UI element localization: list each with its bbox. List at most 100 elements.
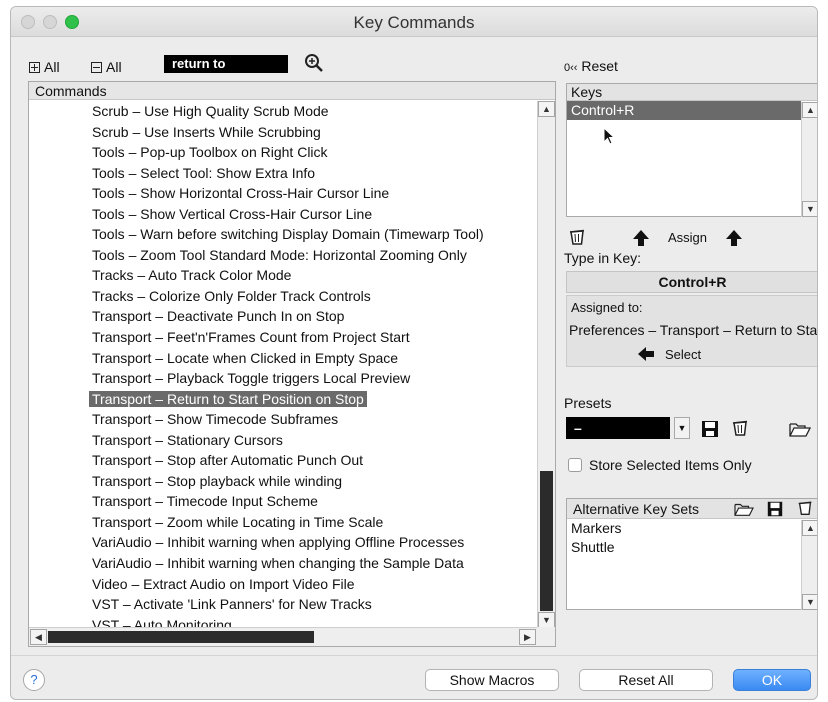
- open-folder-icon[interactable]: [733, 500, 755, 518]
- command-row[interactable]: Tools – Zoom Tool Standard Mode: Horizon…: [29, 245, 538, 266]
- command-row[interactable]: VariAudio – Inhibit warning when changin…: [29, 553, 538, 574]
- footer-divider: [11, 655, 817, 656]
- command-row[interactable]: Transport – Stop after Automatic Punch O…: [29, 450, 538, 471]
- command-row[interactable]: Tracks – Auto Track Color Mode: [29, 265, 538, 286]
- command-row[interactable]: VST – Auto Monitoring: [29, 615, 538, 628]
- command-row[interactable]: Transport – Show Timecode Subframes: [29, 409, 538, 430]
- command-label: Tracks – Auto Track Color Mode: [92, 267, 292, 284]
- assign-button[interactable]: Assign: [668, 230, 707, 245]
- alt-scroll-down[interactable]: ▼: [802, 594, 817, 610]
- alternative-key-sets-list[interactable]: Alternative Key Sets Markers Shuttle ▲ ▼: [566, 498, 817, 610]
- presets-select[interactable]: –: [566, 417, 670, 439]
- alt-key-sets-scrollbar[interactable]: ▲ ▼: [801, 520, 817, 610]
- assigned-to-panel: Assigned to: Preferences – Transport – R…: [566, 295, 817, 367]
- command-row[interactable]: Transport – Stop playback while winding: [29, 471, 538, 492]
- command-row[interactable]: Tools – Pop-up Toolbox on Right Click: [29, 142, 538, 163]
- type-in-key-field[interactable]: Control+R: [566, 271, 817, 293]
- vertical-scroll-thumb[interactable]: [540, 471, 553, 611]
- search-input[interactable]: return to: [164, 55, 288, 73]
- command-row[interactable]: Tools – Show Horizontal Cross-Hair Curso…: [29, 183, 538, 204]
- scroll-up-button[interactable]: ▲: [538, 101, 555, 117]
- collapse-all-icon: [91, 61, 102, 73]
- arrow-up-icon: [633, 230, 649, 246]
- save-icon[interactable]: [766, 500, 784, 518]
- show-macros-button[interactable]: Show Macros: [425, 669, 559, 691]
- command-row[interactable]: Tracks – Colorize Only Folder Track Cont…: [29, 286, 538, 307]
- command-label: Transport – Timecode Input Scheme: [92, 493, 318, 510]
- command-row[interactable]: Video – Extract Audio on Import Video Fi…: [29, 574, 538, 595]
- command-row[interactable]: Transport – Stationary Cursors: [29, 430, 538, 451]
- scroll-down-button[interactable]: ▼: [538, 612, 555, 628]
- command-row[interactable]: VariAudio – Inhibit warning when applyin…: [29, 532, 538, 553]
- presets-label: Presets: [564, 395, 612, 411]
- scroll-left-button[interactable]: ◀: [30, 629, 47, 645]
- command-row[interactable]: Scrub – Use Inserts While Scrubbing: [29, 122, 538, 143]
- save-icon[interactable]: [700, 419, 720, 439]
- command-row[interactable]: Scrub – Use High Quality Scrub Mode: [29, 101, 538, 122]
- command-label: Transport – Stop playback while winding: [92, 472, 343, 489]
- command-row[interactable]: Tools – Select Tool: Show Extra Info: [29, 163, 538, 184]
- scroll-corner: [537, 627, 555, 646]
- reset-button[interactable]: 0‹‹ Reset: [564, 58, 618, 74]
- reset-all-button[interactable]: Reset All: [579, 669, 713, 691]
- horizontal-scroll-thumb[interactable]: [48, 631, 314, 643]
- command-row[interactable]: Tools – Warn before switching Display Do…: [29, 224, 538, 245]
- magnifier-search-icon[interactable]: [303, 52, 325, 74]
- keys-scrollbar[interactable]: ▲ ▼: [801, 102, 817, 217]
- command-row[interactable]: Transport – Playback Toggle triggers Loc…: [29, 368, 538, 389]
- mouse-pointer-icon: [603, 127, 616, 145]
- command-label: Tools – Show Horizontal Cross-Hair Curso…: [92, 185, 390, 202]
- expand-all-button[interactable]: All: [29, 57, 60, 77]
- store-selected-items-checkbox[interactable]: Store Selected Items Only: [568, 457, 752, 473]
- commands-list-panel: Commands Scrub – Use High Quality Scrub …: [28, 81, 556, 647]
- command-label: Transport – Stationary Cursors: [92, 431, 283, 448]
- command-row[interactable]: Transport – Timecode Input Scheme: [29, 491, 538, 512]
- type-in-key-label: Type in Key:: [564, 250, 642, 266]
- command-row[interactable]: Transport – Feet'n'Frames Count from Pro…: [29, 327, 538, 348]
- alt-key-set-item[interactable]: Shuttle: [567, 538, 817, 557]
- trash-icon[interactable]: [796, 499, 814, 517]
- checkbox[interactable]: [568, 458, 582, 472]
- command-row[interactable]: Transport – Deactivate Punch In on Stop: [29, 306, 538, 327]
- command-label: VariAudio – Inhibit warning when changin…: [92, 555, 464, 572]
- horizontal-scrollbar[interactable]: ◀ ▶: [29, 627, 538, 646]
- command-label: Transport – Zoom while Locating in Time …: [92, 513, 384, 530]
- command-row[interactable]: Transport – Locate when Clicked in Empty…: [29, 348, 538, 369]
- trash-icon[interactable]: [567, 227, 587, 247]
- vertical-scrollbar[interactable]: ▲ ▼: [537, 101, 555, 628]
- command-label: Scrub – Use High Quality Scrub Mode: [92, 103, 329, 119]
- command-label: Tools – Pop-up Toolbox on Right Click: [92, 144, 328, 161]
- command-label: Transport – Show Timecode Subframes: [92, 411, 339, 428]
- title-bar: Key Commands: [11, 7, 817, 37]
- command-label: Transport – Deactivate Punch In on Stop: [92, 308, 345, 325]
- command-row[interactable]: Tools – Show Vertical Cross-Hair Cursor …: [29, 204, 538, 225]
- command-label: Transport – Playback Toggle triggers Loc…: [92, 370, 411, 387]
- command-label: Tools – Show Vertical Cross-Hair Cursor …: [92, 205, 373, 222]
- open-folder-icon[interactable]: [789, 419, 811, 439]
- alt-scroll-up[interactable]: ▲: [802, 520, 817, 536]
- arrow-up-icon: [726, 230, 742, 246]
- commands-list[interactable]: Scrub – Use High Quality Scrub Mode Scrub…: [29, 101, 538, 628]
- key-item[interactable]: Control+R: [567, 101, 801, 120]
- trash-icon[interactable]: [730, 418, 750, 438]
- presets-dropdown-arrow[interactable]: ▼: [674, 417, 690, 439]
- help-button[interactable]: ?: [23, 669, 45, 691]
- expand-all-icon: [29, 61, 40, 73]
- command-row[interactable]: Transport – Zoom while Locating in Time …: [29, 512, 538, 533]
- expand-all-label: All: [44, 59, 60, 75]
- assign-row: Assign: [567, 225, 817, 249]
- scroll-right-button[interactable]: ▶: [519, 629, 536, 645]
- command-row[interactable]: VST – Activate 'Link Panners' for New Tr…: [29, 594, 538, 615]
- command-label: VST – Activate 'Link Panners' for New Tr…: [92, 596, 372, 613]
- command-label: Transport – Locate when Clicked in Empty…: [92, 349, 399, 366]
- select-button[interactable]: Select: [637, 346, 701, 362]
- command-label: Tools – Zoom Tool Standard Mode: Horizon…: [92, 246, 467, 263]
- keys-scroll-down[interactable]: ▼: [802, 201, 817, 217]
- keys-scroll-up[interactable]: ▲: [802, 102, 817, 118]
- alt-key-set-item[interactable]: Markers: [567, 519, 817, 538]
- ok-button[interactable]: OK: [733, 669, 811, 691]
- collapse-all-button[interactable]: All: [91, 57, 122, 77]
- keys-list[interactable]: Keys Control+R ▲ ▼: [566, 83, 817, 217]
- command-row-selected[interactable]: Transport – Return to Start Position on …: [29, 389, 538, 410]
- assigned-to-label: Assigned to:: [571, 300, 643, 315]
